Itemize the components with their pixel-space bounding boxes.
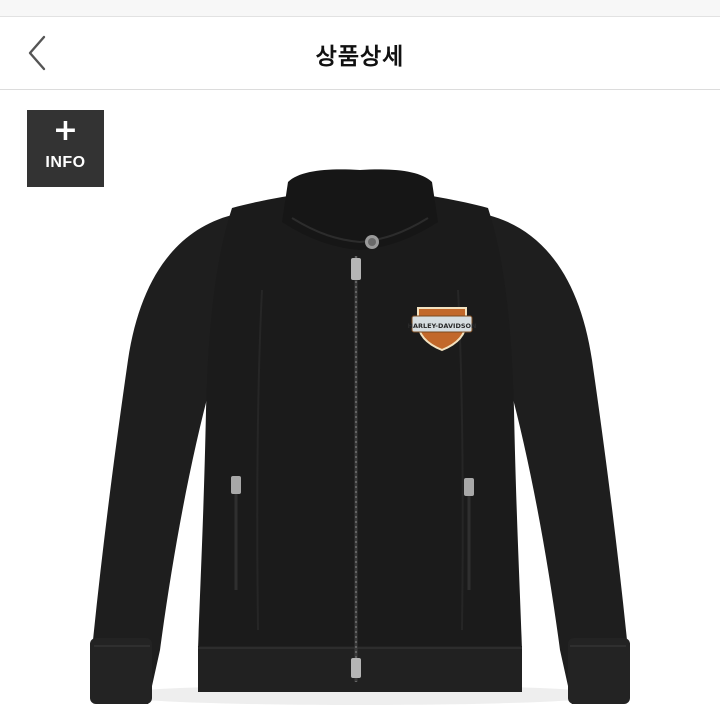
product-image-area: HARLEY-DAVIDSON + INFO bbox=[0, 90, 720, 720]
info-label: INFO bbox=[45, 154, 86, 171]
page-title: 상품상세 bbox=[315, 44, 405, 70]
plus-icon: + bbox=[52, 113, 79, 148]
product-detail-page: 상품상세 HARLEY-DAVIDSON + INFO bbox=[0, 0, 720, 720]
product-image[interactable]: HARLEY-DAVIDSON bbox=[0, 90, 720, 720]
info-button[interactable]: + INFO bbox=[27, 110, 104, 187]
left-cuff bbox=[90, 638, 152, 704]
logo-text: HARLEY-DAVIDSON bbox=[408, 322, 477, 330]
right-cuff bbox=[568, 638, 630, 704]
top-app-bar: 상품상세 bbox=[0, 17, 720, 90]
status-bar-strip bbox=[0, 0, 720, 17]
